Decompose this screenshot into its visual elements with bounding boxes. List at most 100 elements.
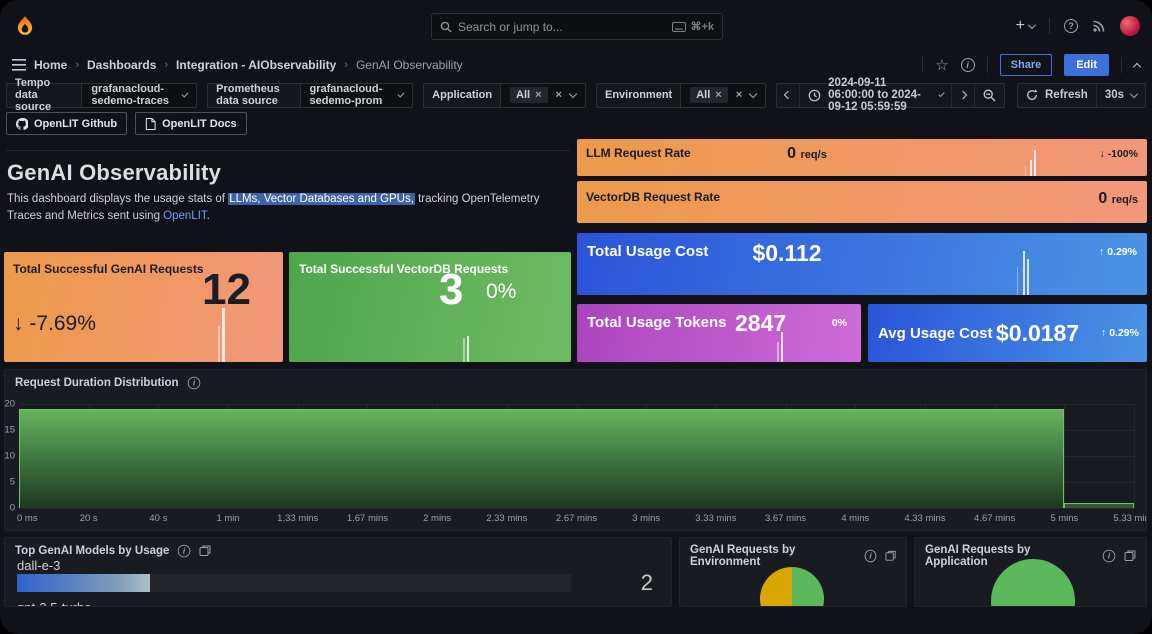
prometheus-datasource-picker[interactable]: Prometheus data source grafanacloud-sede… [207, 82, 414, 108]
panel-info-icon[interactable]: i [1102, 549, 1116, 563]
prometheus-datasource-label: Prometheus data source [207, 82, 300, 108]
stat-delta: ↓ -100% [1099, 148, 1138, 160]
panel-total-usage-tokens[interactable]: Total Usage Tokens 2847 0% [577, 304, 861, 362]
environment-filter-label: Environment [595, 82, 681, 108]
divider [1121, 57, 1122, 73]
time-range-button[interactable]: 2024-09-11 06:00:00 to 2024-09-12 05:59:… [800, 77, 952, 113]
panel-total-successful-vectordb-requests[interactable]: Total Successful VectorDB Requests 3 0% [289, 252, 571, 362]
tempo-datasource-picker[interactable]: Tempo data source grafanacloud-sedemo-tr… [6, 77, 198, 113]
star-favorite-icon[interactable]: ☆ [935, 56, 948, 74]
panel-genai-requests-by-environment[interactable]: GenAI Requests by Environment i [679, 537, 907, 607]
y-axis-tick: 0 [9, 502, 15, 514]
search-placeholder: Search or jump to... [458, 19, 563, 34]
github-icon [16, 117, 28, 130]
tempo-datasource-label: Tempo data source [6, 77, 82, 113]
y-axis-tick: 20 [4, 398, 15, 410]
stat-title: Total Successful GenAI Requests [13, 262, 204, 276]
y-axis-tick: 5 [9, 476, 15, 488]
panel-title: Request Duration Distribution [15, 377, 179, 389]
panel-title: GenAI Requests by Environment [690, 544, 796, 568]
duration-histogram-plot[interactable]: 20 15 10 5 0 0 ms 20 s 40 s 1 min 1.33 mins 1.67 m… [5, 399, 1146, 525]
user-avatar[interactable] [1120, 16, 1140, 36]
panel-llm-request-rate[interactable]: LLM Request Rate 0 req/s ↓ -100% [577, 139, 1147, 176]
zoom-out-time-button[interactable] [975, 84, 1004, 107]
application-filter-chip[interactable]: All × [510, 87, 548, 103]
refresh-interval-dropdown[interactable]: 30s [1097, 84, 1145, 107]
panel-total-successful-genai-requests[interactable]: Total Successful GenAI Requests 12 ↓ -7.… [4, 252, 283, 362]
openlit-link[interactable]: OpenLIT [163, 210, 206, 222]
breadcrumb-dashboards[interactable]: Dashboards [87, 58, 156, 72]
edit-button[interactable]: Edit [1064, 54, 1109, 76]
gridline [1134, 404, 1135, 508]
environment-pie-chart[interactable] [760, 567, 824, 606]
news-rss-icon[interactable] [1092, 19, 1106, 33]
application-filter-label: Application [423, 82, 501, 108]
share-button[interactable]: Share [999, 54, 1053, 76]
stat-delta: 0% [486, 280, 517, 303]
sparkline-mark [1017, 267, 1018, 295]
gauge-label-dall-e-3: dall-e-3 [17, 558, 61, 573]
panel-top-genai-models[interactable]: Top GenAI Models by Usage i dall-e-3 2 g… [4, 537, 672, 607]
breadcrumb-home[interactable]: Home [34, 58, 67, 72]
panel-info-icon[interactable]: i [187, 376, 200, 390]
panel-request-duration-distribution[interactable]: Request Duration Distribution i 20 15 10 5 0… [4, 369, 1147, 531]
panel-avg-usage-cost[interactable]: Avg Usage Cost $0.0187 ↑ 0.29% [868, 304, 1147, 362]
panel-vectordb-request-rate[interactable]: VectorDB Request Rate 0 req/s [577, 181, 1147, 223]
clear-filter-icon[interactable]: × [556, 89, 562, 101]
breadcrumb-integration[interactable]: Integration - AIObservability [176, 58, 336, 72]
keyboard-icon [672, 21, 687, 32]
grafana-app: Search or jump to... ⌘+k + ? Home › Dash… [0, 0, 1152, 634]
panel-info-icon[interactable]: i [178, 544, 191, 558]
panel-title: GenAI Requests by Application [925, 544, 1031, 568]
gridline [19, 404, 1134, 405]
x-axis-tick: 20 s [79, 513, 98, 524]
stat-value: 3 [439, 265, 464, 314]
add-new-button[interactable]: + [1016, 17, 1037, 35]
time-shift-forward-button[interactable] [952, 83, 975, 107]
stat-title: VectorDB Request Rate [586, 190, 721, 204]
divider [1049, 18, 1050, 34]
clear-filter-icon[interactable]: × [736, 89, 742, 101]
global-search[interactable]: Search or jump to... ⌘+k [431, 13, 723, 40]
sparkline-mark [467, 336, 469, 362]
stat-value: $0.112 [752, 240, 822, 266]
remove-chip-icon[interactable]: × [715, 89, 721, 101]
grafana-logo-icon[interactable] [14, 15, 36, 37]
help-icon[interactable]: ? [1064, 19, 1078, 33]
stat-title: Total Usage Tokens [587, 314, 727, 331]
menu-hamburger-icon[interactable] [12, 59, 26, 71]
refresh-button[interactable]: Refresh [1018, 83, 1097, 107]
environment-filter[interactable]: Environment All × × [595, 82, 767, 108]
sparkline-mark [218, 326, 220, 362]
time-shift-back-button[interactable] [777, 83, 801, 107]
divider [986, 57, 988, 73]
gauge-fill [17, 574, 150, 592]
panel-links-icon[interactable] [885, 550, 896, 562]
sparkline-mark [1025, 166, 1026, 176]
prometheus-datasource-value: grafanacloud-sedemo-prom [309, 83, 383, 107]
stat-title: Avg Usage Cost [878, 325, 993, 342]
panel-links-icon[interactable] [199, 545, 211, 557]
remove-chip-icon[interactable]: × [535, 89, 541, 101]
application-filter[interactable]: Application All × × [423, 82, 586, 108]
environment-filter-chip[interactable]: All × [690, 87, 728, 103]
panel-info-icon[interactable]: i [864, 549, 877, 563]
dashboard-controls: Tempo data source grafanacloud-sedemo-tr… [0, 77, 1152, 113]
panel-total-usage-cost[interactable]: Total Usage Cost $0.112 ↑ 0.29% [577, 233, 1147, 295]
highlighted-text: LLMs, Vector Databases and GPUs, [228, 193, 415, 205]
y-axis-tick: 10 [4, 450, 15, 462]
openlit-docs-button[interactable]: OpenLIT Docs [135, 112, 247, 135]
stat-title: Total Successful VectorDB Requests [299, 262, 509, 276]
x-axis-tick: 4.67 mins [974, 513, 1016, 524]
histogram-bar[interactable] [19, 409, 1065, 508]
sparkline-mark [1027, 259, 1029, 295]
panel-genai-requests-by-application[interactable]: GenAI Requests by Application i [914, 537, 1147, 607]
divider [922, 57, 924, 73]
dashboard-description: This dashboard displays the usage stats … [7, 193, 540, 222]
collapse-topbar-icon[interactable] [1132, 62, 1142, 71]
dashboard-info-icon[interactable]: i [960, 58, 975, 72]
histogram-bar[interactable] [1064, 502, 1134, 508]
openlit-github-button[interactable]: OpenLIT Github [6, 112, 128, 135]
panel-links-icon[interactable] [1124, 550, 1136, 562]
clock-icon [808, 89, 821, 102]
